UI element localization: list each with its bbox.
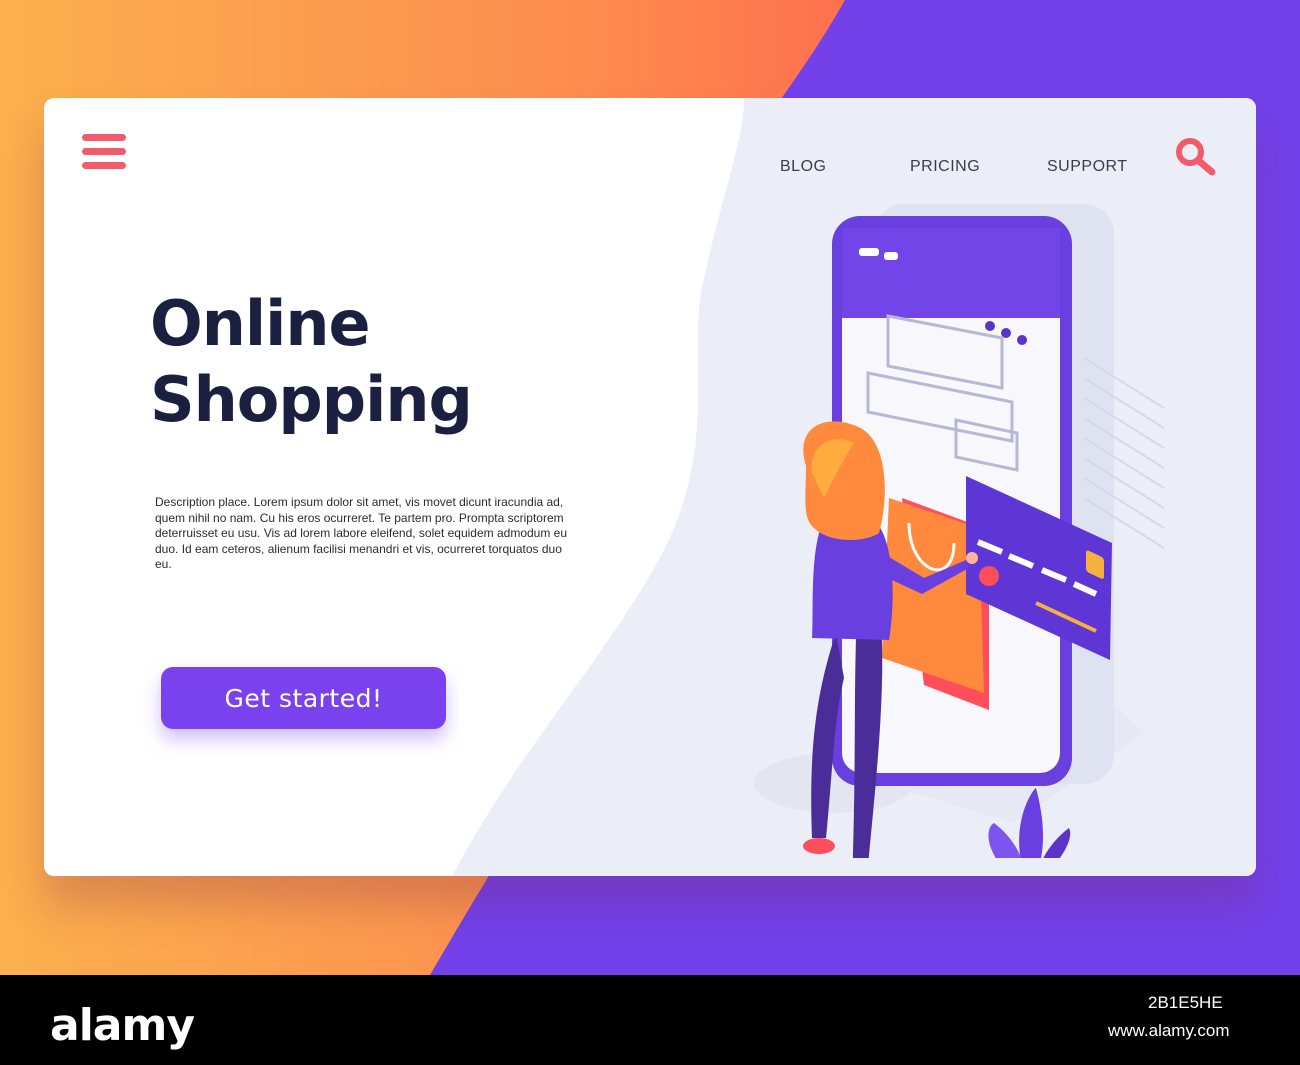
nav-pricing[interactable]: PRICING <box>910 158 980 176</box>
nav-blog[interactable]: BLOG <box>780 158 826 176</box>
page-title: Online Shopping <box>150 286 473 438</box>
title-line-2: Shopping <box>150 363 473 436</box>
landing-card: BLOG PRICING SUPPORT Online Shopping Des… <box>44 98 1256 876</box>
search-icon[interactable] <box>1174 136 1218 176</box>
title-line-1: Online <box>150 287 371 360</box>
alamy-logo: alamy <box>50 1000 195 1051</box>
footer-url: www.alamy.com <box>1108 1021 1230 1040</box>
image-code: 2B1E5HE <box>1148 993 1223 1012</box>
watermark-footer <box>0 975 1300 1065</box>
hamburger-menu-icon[interactable] <box>82 134 128 174</box>
description-text: Description place. Lorem ipsum dolor sit… <box>155 495 568 571</box>
nav-support[interactable]: SUPPORT <box>1047 158 1128 176</box>
get-started-button[interactable]: Get started! <box>161 667 446 729</box>
shopping-illustration <box>754 204 1165 858</box>
